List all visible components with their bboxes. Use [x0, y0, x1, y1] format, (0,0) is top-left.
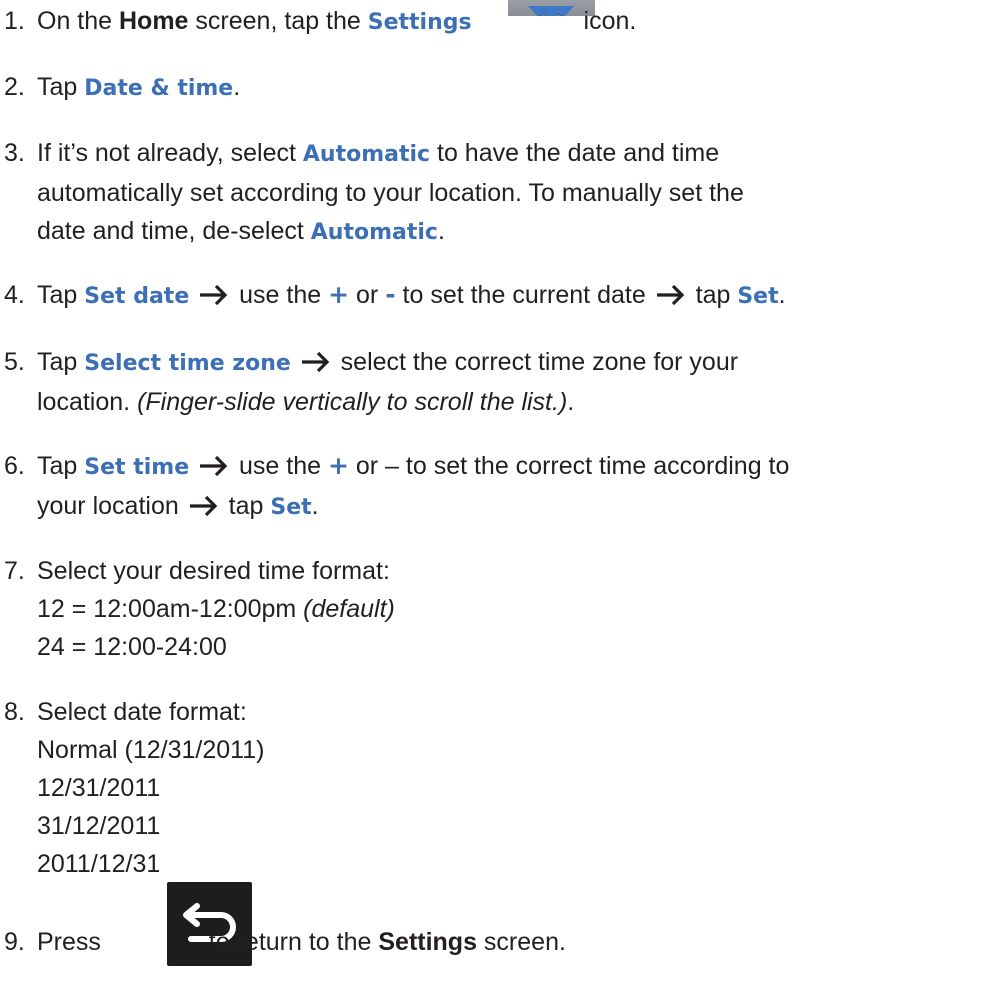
- step-text: screen.: [476, 928, 566, 956]
- step-9: 9. Press to return to the Settings screen…: [4, 923, 987, 961]
- step-6: 6. Tap Set time use the + or – to set the…: [4, 447, 987, 527]
- step-number: 2.: [4, 73, 25, 101]
- step-text: screen, tap the: [188, 7, 368, 35]
- step-number: 1.: [4, 7, 25, 35]
- right-arrow-icon: [200, 284, 228, 306]
- step-text: On the: [37, 7, 119, 35]
- minus-symbol: -: [385, 280, 396, 309]
- instructions-page: 1. On the Home screen, tap the Settings i…: [0, 0, 987, 982]
- date-time-label: Date & time: [84, 76, 234, 101]
- step-text: Select your desired time format:: [37, 557, 390, 585]
- step-text: .: [778, 281, 786, 309]
- plus-symbol: +: [327, 451, 349, 480]
- right-arrow-icon: [301, 351, 329, 373]
- date-format-option: 12/31/2011: [37, 774, 161, 802]
- step-text: to have the date and time: [430, 139, 720, 167]
- step-text: Press: [37, 928, 108, 956]
- step-text: Select date format:: [37, 698, 247, 726]
- step-text: to return to the: [201, 928, 379, 956]
- step-text: or – to set the correct time according t…: [348, 452, 790, 480]
- step-1: 1. On the Home screen, tap the Settings i…: [4, 2, 987, 42]
- automatic-label: Automatic: [310, 220, 438, 245]
- step-text: Tap: [37, 348, 85, 376]
- set-label: Set: [270, 495, 312, 520]
- step-text: date and time, de-select: [37, 217, 311, 245]
- time-format-24: 24 = 12:00-24:00: [37, 633, 227, 661]
- step-text: use the: [232, 281, 329, 309]
- select-time-zone-label: Select time zone: [84, 351, 291, 376]
- settings-screen-label: Settings: [378, 928, 477, 956]
- step-number: 5.: [4, 348, 25, 376]
- step-text: location.: [37, 388, 138, 416]
- step-text: Tap: [37, 73, 85, 101]
- home-label: Home: [119, 7, 189, 35]
- set-label: Set: [737, 284, 779, 309]
- step-number: 6.: [4, 452, 25, 480]
- scroll-hint: (Finger-slide vertically to scroll the l…: [137, 388, 568, 416]
- step-text: .: [311, 492, 319, 520]
- step-text: use the: [232, 452, 328, 480]
- step-text: automatically set according to your loca…: [37, 179, 744, 207]
- step-5: 5. Tap Select time zone select the correc…: [4, 343, 987, 421]
- step-text: your location: [37, 492, 186, 520]
- date-format-option: 31/12/2011: [37, 812, 161, 840]
- right-arrow-icon: [189, 495, 217, 517]
- step-number: 3.: [4, 139, 25, 167]
- date-format-option: Normal (12/31/2011): [37, 736, 265, 764]
- step-number: 7.: [4, 557, 25, 585]
- step-8: 8. Select date format: Normal (12/31/2011…: [4, 693, 987, 883]
- step-number: 4.: [4, 281, 25, 309]
- step-text: .: [437, 217, 445, 245]
- right-arrow-icon: [656, 284, 684, 306]
- step-number: 9.: [4, 928, 25, 956]
- step-7: 7. Select your desired time format: 12 = …: [4, 552, 987, 666]
- step-text: Tap: [37, 452, 85, 480]
- time-format-12: 12 = 12:00am-12:00pm: [37, 595, 304, 623]
- step-text: Tap: [37, 281, 85, 309]
- settings-label: Settings: [367, 10, 472, 35]
- step-text: .: [233, 73, 241, 101]
- step-text: to set the current date: [395, 281, 653, 309]
- step-text: select the correct time zone for your: [333, 348, 739, 376]
- date-format-option: 2011/12/31: [37, 850, 161, 878]
- step-text: .: [567, 388, 575, 416]
- step-text: or: [349, 281, 386, 309]
- step-text: tap: [688, 281, 738, 309]
- step-text: tap: [221, 492, 271, 520]
- right-arrow-icon: [200, 455, 228, 477]
- step-2: 2. Tap Date & time.: [4, 68, 987, 108]
- step-4: 4. Tap Set date use the + or - to set the…: [4, 276, 987, 316]
- set-date-label: Set date: [84, 284, 190, 309]
- step-text: icon.: [576, 7, 637, 35]
- automatic-label: Automatic: [302, 142, 431, 167]
- step-3: 3. If it’s not already, select Automatic …: [4, 134, 987, 252]
- default-note: (default): [303, 595, 395, 623]
- step-number: 8.: [4, 698, 25, 726]
- set-time-label: Set time: [84, 455, 190, 480]
- plus-symbol: +: [328, 280, 350, 309]
- step-text: If it’s not already, select: [37, 139, 303, 167]
